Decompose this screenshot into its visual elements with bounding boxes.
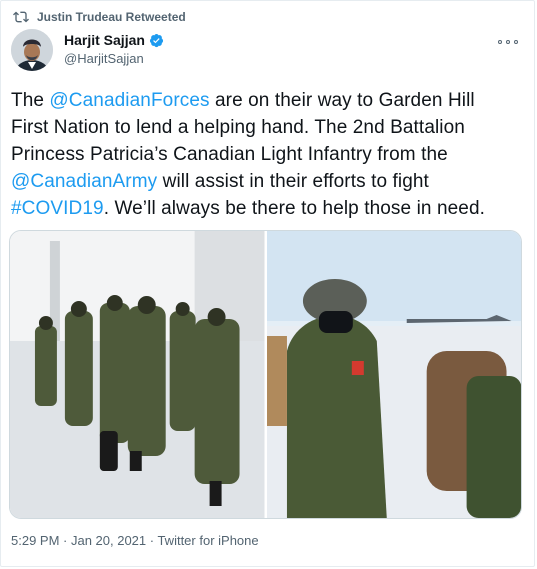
mention-link[interactable]: @CanadianArmy (11, 171, 157, 192)
dot (506, 40, 510, 44)
retweet-icon (13, 11, 29, 23)
dot (514, 40, 518, 44)
retweet-indicator[interactable]: Justin Trudeau Retweeted (13, 9, 186, 25)
more-options-icon[interactable] (498, 37, 518, 47)
photo-soldiers-walking[interactable] (10, 231, 265, 518)
tweet-line-3: Princess Patricia’s Canadian Light Infan… (11, 144, 448, 165)
tweet-line-4: @CanadianArmy will assist in their effor… (11, 168, 526, 195)
media-gallery (9, 230, 522, 519)
tweet-text: The @CanadianForces are on their way to … (11, 87, 526, 222)
text-segment: are on their way to Garden Hill (209, 90, 475, 111)
text-segment: The (11, 90, 50, 111)
hashtag-link[interactable]: #COVID19 (11, 198, 104, 219)
text-segment: . We’ll always be there to help those in… (103, 198, 485, 219)
author-name[interactable]: Harjit Sajjan (64, 32, 145, 48)
retweet-label: Justin Trudeau Retweeted (37, 10, 186, 24)
mention-link[interactable]: @CanadianForces (49, 90, 209, 111)
photo-soldier-closeup[interactable] (266, 231, 521, 518)
author-block[interactable]: Harjit Sajjan @HarjitSajjan (64, 32, 164, 66)
tweet-card[interactable]: Justin Trudeau Retweeted Harjit Sajjan @… (0, 0, 535, 567)
tweet-timestamp[interactable]: 5:29 PM · Jan 20, 2021 · Twitter for iPh… (11, 533, 259, 548)
tweet-line-2: First Nation to lend a helping hand. The… (11, 117, 465, 138)
tweet-line-5: #COVID19. We’ll always be there to help … (11, 195, 526, 222)
dot (498, 40, 502, 44)
text-segment: will assist in their efforts to fight (157, 171, 429, 192)
tweet-line-1: The @CanadianForces are on their way to … (11, 87, 526, 114)
profile-avatar[interactable] (11, 29, 53, 71)
author-handle[interactable]: @HarjitSajjan (64, 51, 164, 66)
verified-badge-icon (149, 33, 163, 47)
